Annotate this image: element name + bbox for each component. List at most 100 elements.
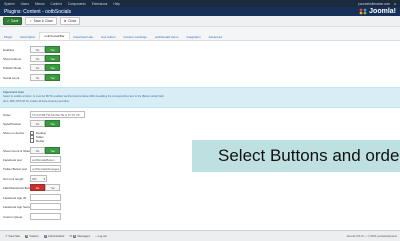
alert-heading: Important note [3, 89, 24, 94]
field-label: Facebook App ID [3, 195, 27, 200]
field-label: Facebook text [3, 157, 22, 162]
visitors-label: Visitors [29, 234, 39, 238]
info-alert: Important note Select to enable a button… [0, 87, 400, 108]
button-order-input[interactable]: T,F,G,P,FB,TW,SA,WA,TE,LI,PI,TU,VK [30, 111, 85, 118]
toolbar: ✓ Save ✓ Save & Close ✖ Close [0, 16, 400, 27]
tab-plugin[interactable]: Plugin [0, 35, 16, 41]
field-row: Enabled No Yes [0, 46, 400, 53]
menu-help[interactable]: Help [113, 2, 120, 6]
checkbox-label: Mobile [35, 138, 45, 143]
field-label: Show buttons [3, 56, 22, 61]
tab-bar: Plugin Description ootbSocialsBar Facebo… [0, 31, 400, 41]
checkbox-box[interactable] [30, 138, 35, 143]
close-button[interactable]: ✖ Close [59, 17, 81, 25]
show-buttons-toggle[interactable]: No Yes [30, 55, 60, 62]
field-label: Custom Quote [3, 214, 23, 219]
messages-badge: 0 [72, 234, 77, 238]
administrator-label: Administrator [47, 234, 65, 238]
save-label: Save [11, 19, 19, 23]
save-close-button[interactable]: ✓ Save & Close [25, 17, 57, 25]
save-close-label: Save & Close [33, 19, 53, 23]
user-icon: ● [394, 1, 396, 6]
user-menu[interactable]: yourwebsitename.com ● [358, 0, 396, 7]
toggle-yes[interactable]: Yes [45, 74, 60, 81]
caption-text: Select Buttons and orde [218, 146, 400, 165]
visitors-badge: 0 [24, 234, 29, 238]
toggle-yes[interactable]: Yes [45, 120, 60, 127]
tab-ootbsocialsbar[interactable]: ootbSocialsBar [39, 31, 70, 40]
field-row: Custom Quote [0, 213, 400, 220]
toggle-no[interactable]: No [30, 64, 45, 71]
tab-axe-button[interactable]: Axe button [97, 35, 119, 41]
facebook-text-input[interactable]: ootbSocialsButton [30, 156, 61, 163]
toggle-yes[interactable]: Yes [45, 46, 60, 53]
menu-components[interactable]: Components [68, 2, 86, 6]
field-row: Publish Mode No Yes [0, 64, 400, 71]
field-label: Order [3, 112, 11, 117]
enabled-toggle[interactable]: No Yes [30, 46, 60, 53]
joomla-logo-icon [359, 8, 367, 15]
tab-custom-landings[interactable]: Custom Landings [119, 35, 150, 41]
field-label: Style/Position [3, 121, 22, 126]
menu-content[interactable]: Content [51, 2, 62, 6]
tab-description[interactable]: Description [16, 35, 39, 41]
logout-link[interactable]: − Log out [95, 234, 107, 238]
style-position-toggle[interactable]: No Yes [30, 120, 60, 127]
close-label: Close [68, 19, 77, 23]
view-site-link[interactable]: ↗ View Site [5, 234, 20, 238]
field-label: Twitter Button text [3, 166, 28, 171]
flattr-facebook-toggle[interactable]: No Yes [30, 184, 60, 191]
menu-extensions[interactable]: Extensions [92, 2, 108, 6]
check-icon: ✓ [29, 19, 33, 23]
save-button[interactable]: ✓ Save [3, 17, 23, 25]
joomla-logo: Joomla! [359, 7, 396, 16]
field-label: Social count [3, 75, 20, 80]
field-label: Facebook App Secret [3, 204, 32, 209]
toggle-yes[interactable]: Yes [45, 64, 60, 71]
field-row: Show buttons No Yes [0, 55, 400, 62]
logout-label: Log out [97, 234, 107, 238]
device-mobile-checkbox[interactable]: Mobile [30, 138, 46, 143]
tab-integration[interactable]: Integration [182, 35, 204, 41]
menu-users[interactable]: Users [21, 2, 29, 6]
alert-text-line2: (E.G. FBK,TWT,GP for enable all three bu… [3, 99, 70, 103]
user-name[interactable]: yourwebsitename.com [358, 2, 390, 6]
admin-badge: 1 [43, 234, 47, 238]
font-length-select[interactable]: 300 ▾ [30, 175, 47, 182]
field-row: Style/Position No Yes [0, 120, 400, 127]
tab-ootbsocials-items[interactable]: ootbSocials Items [151, 35, 183, 41]
menu-menus[interactable]: Menus [35, 2, 45, 6]
toggle-yes[interactable]: Yes [45, 147, 60, 154]
menu-system[interactable]: System [4, 2, 15, 6]
publish-mode-toggle[interactable]: No Yes [30, 64, 60, 71]
alert-text-line1: Select to enable a button. Is must be BO… [3, 95, 165, 98]
toggle-yes[interactable]: Yes [45, 184, 60, 191]
toggle-no[interactable]: No [30, 147, 45, 154]
view-site-label: View Site [8, 234, 20, 238]
show-count-toggle[interactable]: No Yes [30, 147, 60, 154]
facebook-app-secret-input[interactable] [30, 203, 61, 210]
field-row: Facebook App Secret [0, 203, 400, 210]
field-row: Facebook App ID [0, 194, 400, 201]
administrator-link[interactable]: 1 Administrator [43, 234, 65, 238]
toggle-no[interactable]: No [30, 46, 45, 53]
tab-facebook-like[interactable]: Facebook Like [70, 35, 98, 41]
admin-menubar: System Users Menus Content Components Ex… [0, 0, 400, 7]
toggle-no[interactable]: No [30, 74, 45, 81]
visitors-link[interactable]: 0 Visitors [24, 234, 39, 238]
messages-link[interactable]: ✉ 0 Messages [69, 234, 90, 238]
field-label: Flattr/Facebook Button [3, 185, 34, 190]
toggle-no[interactable]: No [30, 184, 45, 191]
page-title: Plugins: Content - ootbSocials [4, 8, 71, 15]
tab-advanced[interactable]: Advanced [205, 35, 226, 41]
custom-quote-input[interactable] [30, 213, 61, 220]
form-content: Enabled No Yes Show buttons No Yes Publi… [0, 41, 400, 230]
social-count-toggle[interactable]: No Yes [30, 74, 60, 81]
toggle-no[interactable]: No [30, 55, 45, 62]
toggle-no[interactable]: No [30, 120, 45, 127]
minus-icon: − [95, 234, 97, 238]
mail-icon: ✉ [69, 234, 72, 238]
facebook-app-id-input[interactable] [30, 194, 61, 201]
toggle-yes[interactable]: Yes [45, 55, 60, 62]
twitter-text-input[interactable]: ootbSocialsMessages [30, 165, 61, 172]
